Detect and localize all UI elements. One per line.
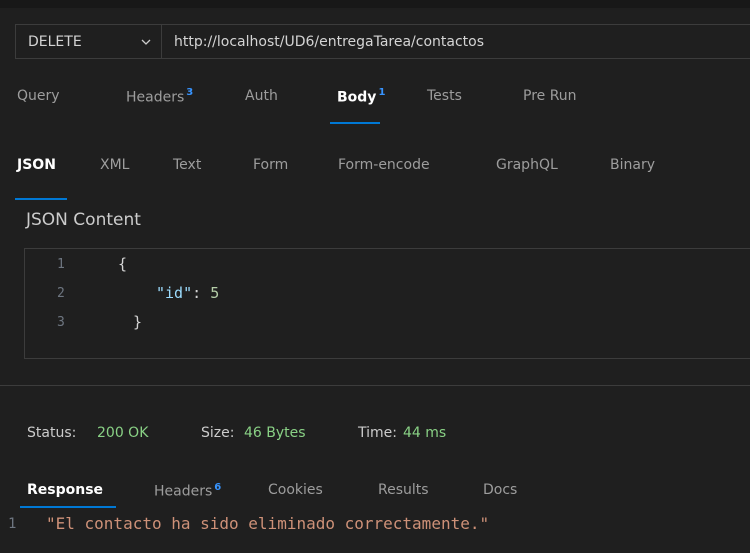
headers-count-badge: 3 [186, 87, 194, 98]
tab-pre-run[interactable]: Pre Run [523, 88, 577, 104]
json-key: "id" [156, 284, 193, 302]
response-body: 1 "El contacto ha sido eliminado correct… [0, 513, 750, 539]
tab-json[interactable]: JSON [17, 157, 56, 173]
tab-label: Query [17, 88, 60, 104]
tab-form[interactable]: Form [253, 157, 288, 173]
json-value: 5 [210, 284, 220, 302]
json-separator: : [192, 284, 211, 302]
active-response-tab-underline [20, 506, 116, 508]
thunder-client-panel: DELETE http://localhost/UD6/entregaTarea… [0, 0, 750, 553]
time-label: Time: [358, 425, 397, 441]
tab-response-headers[interactable]: Headers 6 [154, 482, 221, 500]
tab-graphql[interactable]: GraphQL [496, 157, 558, 173]
status-label: Status: [27, 425, 77, 441]
panel-divider [0, 385, 750, 386]
tab-text[interactable]: Text [173, 157, 201, 173]
line-number: 2 [57, 286, 65, 301]
line-number: 3 [57, 315, 65, 330]
tab-xml[interactable]: XML [100, 157, 129, 173]
tab-label: Headers [154, 483, 213, 500]
json-content-title: JSON Content [26, 210, 141, 230]
tab-label: Body [337, 89, 377, 106]
method-label: DELETE [28, 33, 82, 50]
tab-docs[interactable]: Docs [483, 482, 517, 498]
response-line-number: 1 [8, 516, 17, 532]
response-text: "El contacto ha sido eliminado correctam… [46, 514, 490, 533]
tab-auth[interactable]: Auth [245, 88, 278, 104]
response-headers-badge: 6 [214, 482, 222, 493]
tab-response[interactable]: Response [27, 482, 103, 498]
url-input[interactable]: http://localhost/UD6/entregaTarea/contac… [162, 34, 484, 50]
tab-form-encode[interactable]: Form-encode [338, 157, 430, 173]
tab-query[interactable]: Query [17, 88, 60, 104]
url-bar: DELETE http://localhost/UD6/entregaTarea… [15, 24, 750, 59]
json-editor[interactable]: 1 { 2 "id": 5 3 } [24, 248, 750, 359]
tab-headers[interactable]: Headers 3 [126, 87, 194, 106]
active-body-tab-underline [15, 198, 67, 200]
tab-cookies[interactable]: Cookies [268, 482, 323, 498]
tab-label: Pre Run [523, 88, 577, 104]
code-line: } [133, 313, 143, 331]
size-value: 46 Bytes [244, 425, 306, 441]
tab-label: Tests [427, 88, 462, 104]
tab-label: Headers [126, 89, 185, 106]
code-line: { [118, 255, 128, 273]
tab-binary[interactable]: Binary [610, 157, 655, 173]
code-line: "id": 5 [156, 284, 219, 302]
line-number: 1 [57, 257, 65, 272]
status-value: 200 OK [97, 425, 149, 441]
tab-body[interactable]: Body 1 [337, 87, 386, 106]
tab-results[interactable]: Results [378, 482, 429, 498]
method-select[interactable]: DELETE [16, 25, 162, 58]
size-label: Size: [201, 425, 235, 441]
time-value: 44 ms [403, 425, 447, 441]
active-tab-underline [330, 122, 380, 124]
body-count-badge: 1 [378, 87, 386, 98]
tab-label: Auth [245, 88, 278, 104]
top-strip [0, 0, 750, 8]
chevron-down-icon [141, 39, 151, 45]
tab-tests[interactable]: Tests [427, 88, 462, 104]
